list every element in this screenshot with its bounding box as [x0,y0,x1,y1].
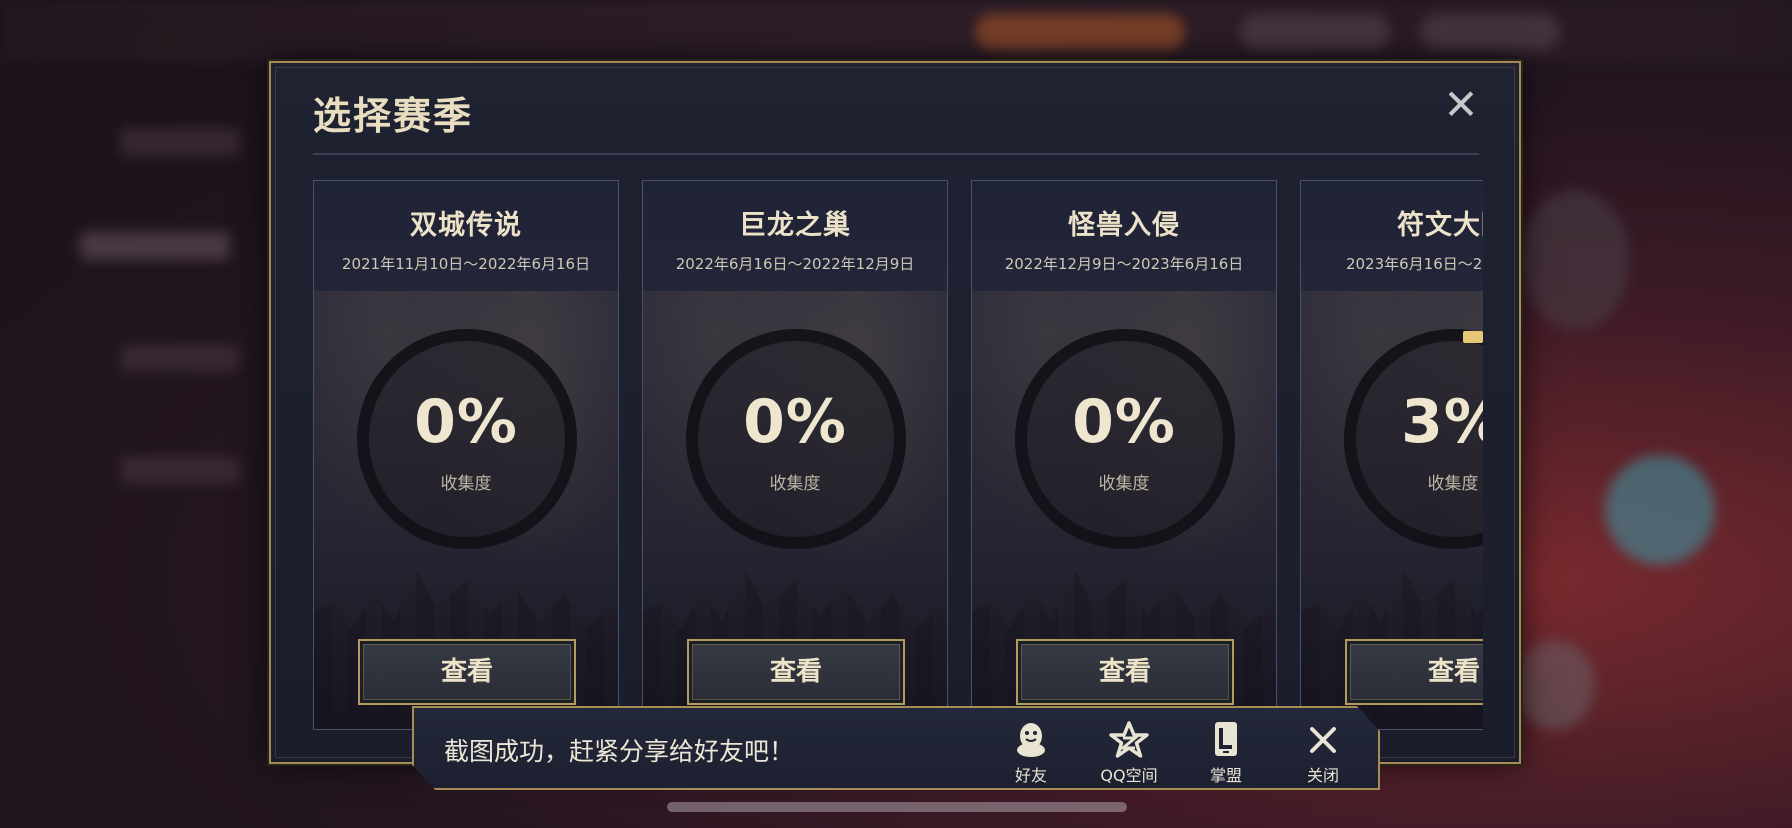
season-name: 怪兽入侵 [1068,210,1180,241]
season-carousel[interactable]: 双城传说 2021年11月10日～2022年6月16日 0% 收集度 查看 巨龙… [313,180,1483,735]
collection-label: 收集度 [440,474,492,494]
dialog-title: 选择赛季 [313,94,474,138]
season-select-dialog: 选择赛季 ✕ 双城传说 2021年11月10日～2022年6月16日 0% 收集… [269,61,1521,764]
season-card[interactable]: 符文大陆 2023年6月16日～2023年11月 3% 收集度 查看 [1300,180,1483,730]
background-top-pill [1240,14,1390,50]
collection-label: 收集度 [1427,474,1479,494]
view-button[interactable]: 查看 [687,639,905,705]
share-friend-button[interactable]: 好友 [986,720,1076,786]
close-icon [1310,727,1336,753]
league-app-icon [1215,722,1237,756]
progress-mark [1463,330,1483,343]
background-menu-item [120,344,240,372]
season-name: 巨龙之巢 [739,210,851,241]
share-league-button[interactable]: 掌盟 [1181,720,1271,786]
share-label: QQ空间 [1100,766,1158,785]
collection-label: 收集度 [1098,474,1150,494]
season-dates: 2022年6月16日～2022年12月9日 [675,255,915,273]
background-top-pill [1420,14,1560,50]
share-label: 好友 [1014,766,1047,785]
view-button[interactable]: 查看 [1345,639,1483,705]
share-label: 关闭 [1306,766,1339,785]
collection-percent: 0% [1072,387,1176,457]
season-card[interactable]: 双城传说 2021年11月10日～2022年6月16日 0% 收集度 查看 [313,180,619,730]
view-button[interactable]: 查看 [358,639,576,705]
share-qzone-button[interactable]: QQ空间 [1084,720,1174,786]
share-toast: 截图成功，赶紧分享给好友吧！ 好友 QQ空间 掌盟 关闭 [412,706,1380,790]
close-icon[interactable]: ✕ [1441,84,1481,126]
season-dates: 2021年11月10日～2022年6月16日 [341,255,591,273]
share-label: 掌盟 [1209,766,1242,785]
collection-percent: 0% [414,387,518,457]
view-button[interactable]: 查看 [1016,639,1234,705]
background-menu-item [80,232,230,260]
season-dates: 2022年12月9日～2023年6月16日 [1004,255,1244,273]
collection-label: 收集度 [769,474,821,494]
season-name: 符文大陆 [1397,210,1483,241]
season-card[interactable]: 巨龙之巢 2022年6月16日～2022年12月9日 0% 收集度 查看 [642,180,948,730]
background-menu-item [120,128,240,156]
background-menu-item [120,456,240,484]
qzone-star-icon [1109,721,1149,758]
background-avatar [1515,640,1595,730]
season-name: 双城传说 [410,210,522,241]
share-close-button[interactable]: 关闭 [1278,720,1368,786]
background-top-highlight [975,14,1185,50]
share-message: 截图成功，赶紧分享给好友吧！ [444,737,795,766]
background-avatar [1520,190,1630,330]
title-divider [313,153,1479,155]
season-card[interactable]: 怪兽入侵 2022年12月9日～2023年6月16日 0% 收集度 查看 [971,180,1277,730]
collection-percent: 0% [743,387,847,457]
background-glow-orb [1605,455,1715,565]
season-dates: 2023年6月16日～2023年11月 [1345,255,1483,273]
home-indicator[interactable] [667,802,1127,812]
collection-percent: 3% [1401,387,1483,457]
qq-penguin-icon [1017,723,1045,757]
